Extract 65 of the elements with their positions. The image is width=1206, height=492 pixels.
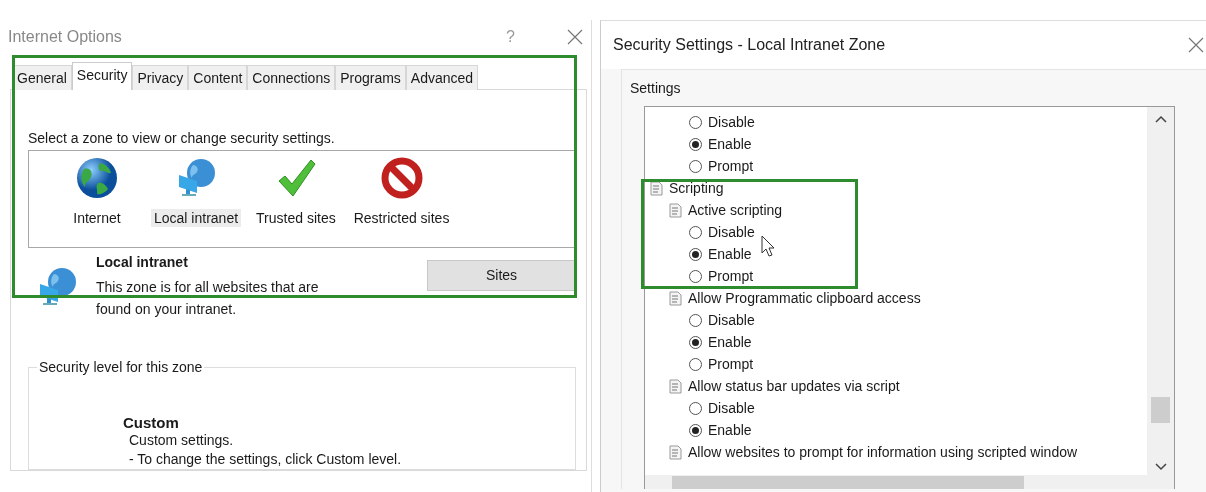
option-label[interactable]: Disable bbox=[708, 312, 755, 328]
radio-button[interactable] bbox=[689, 401, 702, 415]
globe-icon bbox=[76, 157, 118, 199]
option-label[interactable]: Disable bbox=[708, 224, 755, 240]
radio-button[interactable] bbox=[689, 247, 702, 261]
scrollbar-thumb[interactable] bbox=[672, 476, 1024, 489]
zone-item[interactable]: Trusted sites bbox=[253, 209, 339, 227]
option-label[interactable]: Disable bbox=[708, 400, 755, 416]
scrollbar-thumb[interactable] bbox=[1151, 397, 1170, 423]
setting-label: Active scripting bbox=[688, 202, 783, 218]
setting-label: Allow Programmatic clipboard access bbox=[688, 290, 921, 306]
radio-button[interactable] bbox=[689, 313, 702, 327]
category-label: Scripting bbox=[669, 180, 724, 196]
radio-button[interactable] bbox=[689, 357, 702, 371]
settings-page-icon bbox=[668, 202, 683, 218]
horizontal-scrollbar[interactable] bbox=[645, 475, 1174, 489]
radio-button[interactable] bbox=[689, 269, 702, 283]
settings-page-icon bbox=[668, 290, 683, 306]
zone-item[interactable]: Internet bbox=[70, 209, 124, 227]
tab[interactable]: Programs bbox=[335, 65, 406, 90]
level-description: Custom settings. bbox=[128, 431, 235, 450]
option-label[interactable]: Prompt bbox=[708, 158, 754, 174]
option-label[interactable]: Enable bbox=[708, 334, 752, 350]
zone-item[interactable]: Local intranet bbox=[151, 209, 242, 227]
zone-item[interactable]: Restricted sites bbox=[350, 209, 453, 227]
close-icon[interactable] bbox=[567, 29, 583, 45]
radio-button[interactable] bbox=[689, 115, 702, 129]
option-label[interactable]: Prompt bbox=[708, 356, 754, 372]
chevron-up-icon[interactable] bbox=[1154, 115, 1167, 123]
zone-description: This zone is for all websites that are found on your intranet. bbox=[96, 277, 320, 319]
level-name: Custom bbox=[123, 414, 180, 431]
no-entry-icon bbox=[380, 157, 423, 199]
tab[interactable]: Privacy bbox=[132, 65, 189, 90]
zone-name: Local intranet bbox=[96, 253, 189, 270]
radio-button[interactable] bbox=[689, 335, 702, 349]
level-description: - To change the settings, click Custom level. bbox=[128, 450, 403, 469]
settings-page-icon bbox=[668, 444, 683, 460]
radio-button[interactable] bbox=[689, 225, 702, 239]
sites-button[interactable]: Sites bbox=[427, 259, 576, 291]
tab[interactable]: Advanced bbox=[405, 65, 479, 90]
settings-page-icon bbox=[668, 378, 683, 394]
radio-button[interactable] bbox=[689, 159, 702, 173]
option-label[interactable]: Enable bbox=[708, 246, 752, 262]
tab[interactable]: General bbox=[12, 65, 72, 90]
radio-button[interactable] bbox=[689, 423, 702, 437]
tab[interactable]: Content bbox=[188, 65, 248, 90]
option-label[interactable]: Enable bbox=[708, 422, 752, 438]
option-label[interactable]: Prompt bbox=[708, 268, 754, 284]
tab[interactable]: Security bbox=[71, 62, 133, 90]
radio-button[interactable] bbox=[689, 137, 702, 151]
tab[interactable]: Connections bbox=[247, 65, 336, 90]
settings-page-icon bbox=[649, 180, 664, 196]
group-legend: Security level for this zone bbox=[37, 359, 205, 375]
option-label[interactable]: Disable bbox=[708, 114, 755, 130]
settings-label: Settings bbox=[630, 80, 682, 96]
mouse-cursor-icon bbox=[761, 235, 775, 257]
chevron-down-icon[interactable] bbox=[1154, 463, 1167, 471]
setting-label: Allow status bar updates via script bbox=[688, 378, 900, 394]
zone-prompt: Select a zone to view or change security settings. bbox=[28, 130, 336, 146]
close-icon[interactable] bbox=[1188, 37, 1204, 53]
window-title: Internet Options bbox=[8, 28, 123, 46]
window-title: Security Settings - Local Intranet Zone bbox=[613, 36, 887, 54]
vertical-scrollbar[interactable] bbox=[1147, 107, 1174, 475]
setting-label: Allow websites to prompt for information using scripted window bbox=[688, 444, 1078, 460]
option-label[interactable]: Enable bbox=[708, 136, 752, 152]
